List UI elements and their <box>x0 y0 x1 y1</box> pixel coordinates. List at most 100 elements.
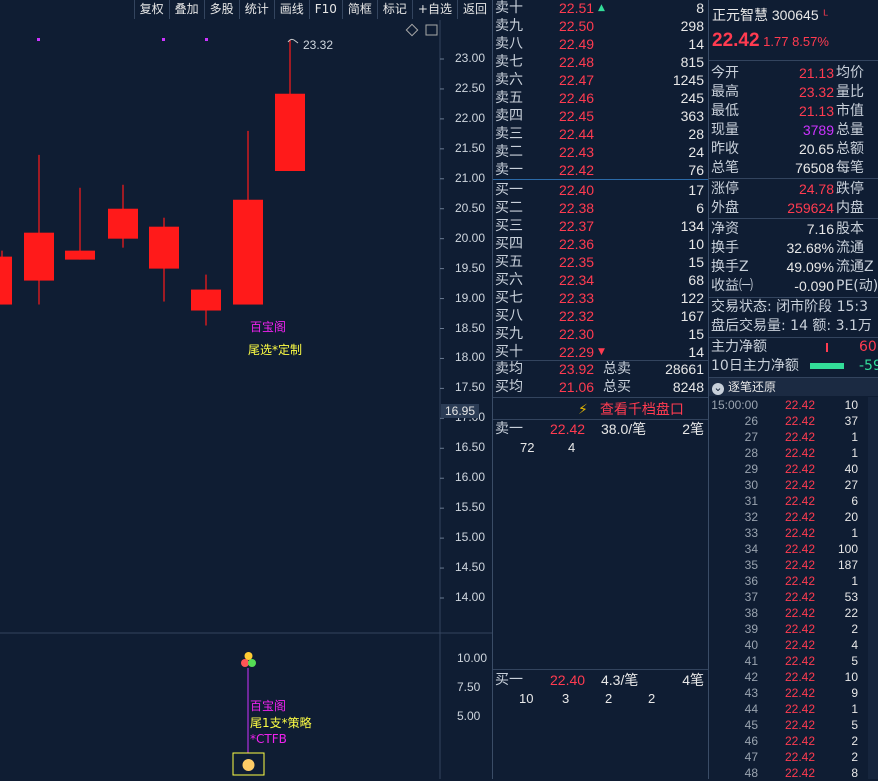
trade-time: 39 <box>744 622 758 636</box>
trade-price: 22.42 <box>785 750 816 764</box>
ask-level[interactable]: 卖十 22.51 8 ▲ <box>493 0 708 17</box>
toolbar-button-1[interactable]: 叠加 <box>168 0 204 19</box>
view-1000-level-button[interactable]: ⚡ 查看千档盘口 <box>578 399 684 419</box>
toolbar-button-9[interactable]: 返回 <box>456 0 492 19</box>
candlestick-chart[interactable] <box>0 20 492 779</box>
level-label: 买一 <box>495 182 523 198</box>
margin-mark-icon: ᴸ <box>818 8 828 24</box>
level-price: 22.48 <box>559 54 595 70</box>
chart-toolbar: 复权 叠加 多股 统计 画线 F10 简框 标记 +自选 返回 <box>0 0 492 20</box>
toolbar-button-2[interactable]: 多股 <box>203 0 239 19</box>
ask-level[interactable]: 卖六 22.47 1245 <box>493 71 708 89</box>
bid-level[interactable]: 买五 22.35 15 <box>493 253 708 271</box>
quote-field-row: 涨停 24.78 跌停 <box>709 180 878 199</box>
stock-header[interactable]: 正元智慧 300645 ᴸ <box>712 5 828 25</box>
candle[interactable] <box>24 154 54 305</box>
field-label: 总笔 <box>711 160 739 176</box>
ask-level[interactable]: 卖四 22.45 363 <box>493 107 708 125</box>
ask-level[interactable]: 卖八 22.49 14 <box>493 35 708 53</box>
tick-trade-row: 33 22.42 1 <box>709 525 878 541</box>
tick-trade-row: 36 22.42 1 <box>709 573 878 589</box>
level-price: 22.30 <box>559 326 595 342</box>
ask-level[interactable]: 卖五 22.46 245 <box>493 89 708 107</box>
avg-sell-row: 卖均 23.92 总卖 28661 <box>493 360 708 378</box>
level-volume: 28 <box>688 126 704 142</box>
tick-scrollbar[interactable] <box>868 397 878 779</box>
bid-level[interactable]: 买十 22.29 14 ▼ <box>493 343 708 361</box>
level-price: 22.36 <box>559 236 595 252</box>
tick-header[interactable]: ⌄ 逐笔还原 <box>709 378 878 396</box>
money-bag-icon[interactable] <box>232 752 265 776</box>
level-volume: 245 <box>680 90 704 106</box>
order-book: 卖十 22.51 8 ▲ 卖九 22.50 298 卖八 22.49 14 卖七 22.48 815 卖六… <box>493 0 708 779</box>
trade-volume: 10 <box>844 670 858 684</box>
ask-level[interactable]: 卖三 22.44 28 <box>493 125 708 143</box>
trade-volume: 100 <box>837 542 858 556</box>
candle[interactable] <box>0 250 12 305</box>
candle[interactable] <box>65 187 95 260</box>
tick-trade-row: 26 22.42 37 <box>709 413 878 429</box>
trade-time: 29 <box>744 462 758 476</box>
trade-volume: 2 <box>851 734 858 748</box>
trade-price: 22.42 <box>785 702 816 716</box>
trade-price: 22.42 <box>785 478 816 492</box>
queue-order: 2 <box>605 691 613 706</box>
trade-volume: 40 <box>844 462 858 476</box>
trade-price: 22.42 <box>785 446 816 460</box>
field-label-right: 量比 <box>836 84 864 100</box>
ask-level[interactable]: 卖九 22.50 298 <box>493 17 708 35</box>
level-volume: 6 <box>696 200 704 216</box>
last-price: 22.42 <box>712 30 760 51</box>
detail-count: 2笔 <box>682 421 704 437</box>
ask-level[interactable]: 卖二 22.43 24 <box>493 143 708 161</box>
bid-level[interactable]: 买四 22.36 10 <box>493 235 708 253</box>
candle[interactable] <box>191 274 221 326</box>
level-label: 买十 <box>495 344 523 360</box>
candle[interactable] <box>275 39 305 171</box>
field-value: 24.78 <box>798 181 834 197</box>
quote-field-row: 现量 3789 总量 <box>709 121 878 140</box>
trade-time: 40 <box>744 638 758 652</box>
bid-level[interactable]: 买八 22.32 167 <box>493 307 708 325</box>
trade-time: 45 <box>744 718 758 732</box>
field-label-right: 流通 <box>836 240 864 256</box>
toolbar-button-5[interactable]: F10 <box>308 0 342 19</box>
collapse-icon[interactable]: ⌄ <box>712 382 724 395</box>
trade-price: 22.42 <box>785 462 816 476</box>
level-price: 22.51 <box>559 0 595 16</box>
quote-info-panel: 正元智慧 300645 ᴸ 22.42 1.77 8.57% 今开 21.13 均价 最高… <box>709 0 878 400</box>
bid-level[interactable]: 买九 22.30 15 <box>493 325 708 343</box>
bid-level[interactable]: 买七 22.33 122 <box>493 289 708 307</box>
level-label: 买八 <box>495 308 523 324</box>
toolbar-button-8[interactable]: +自选 <box>411 0 457 19</box>
field-label-right: 每笔 <box>836 160 864 176</box>
tick-trade-row: 15:00:00 22.42 10 <box>709 397 878 413</box>
ask1-detail-row: 卖一 22.42 38.0/笔 2笔 <box>493 420 708 438</box>
main-net10-label: 10日主力净额 <box>711 358 799 374</box>
bid-level[interactable]: 买三 22.37 134 <box>493 217 708 235</box>
level-price: 22.34 <box>559 272 595 288</box>
price-change: 1.77 <box>759 34 789 49</box>
trade-price: 22.42 <box>785 494 816 508</box>
trade-volume: 20 <box>844 510 858 524</box>
trade-volume: 1 <box>851 702 858 716</box>
bid-level[interactable]: 买二 22.38 6 <box>493 199 708 217</box>
toolbar-button-6[interactable]: 简框 <box>341 0 377 19</box>
field-label-right: 跌停 <box>836 181 864 197</box>
indicator-icon[interactable] <box>241 652 256 667</box>
bid-level[interactable]: 买一 22.40 17 <box>493 181 708 199</box>
toolbar-button-4[interactable]: 画线 <box>273 0 309 19</box>
main-net-row: 主力净额 60 <box>709 338 878 357</box>
candle[interactable] <box>108 184 138 248</box>
candle[interactable] <box>233 130 263 305</box>
toolbar-button-0[interactable]: 复权 <box>133 0 169 19</box>
candle[interactable] <box>149 217 179 302</box>
bid-level[interactable]: 买六 22.34 68 <box>493 271 708 289</box>
trade-time: 28 <box>744 446 758 460</box>
trade-time: 37 <box>744 590 758 604</box>
toolbar-button-7[interactable]: 标记 <box>376 0 412 19</box>
ask-level[interactable]: 卖七 22.48 815 <box>493 53 708 71</box>
toolbar-button-3[interactable]: 统计 <box>238 0 274 19</box>
avg-label: 买均 <box>495 379 523 395</box>
ask-level[interactable]: 卖一 22.42 76 <box>493 161 708 179</box>
